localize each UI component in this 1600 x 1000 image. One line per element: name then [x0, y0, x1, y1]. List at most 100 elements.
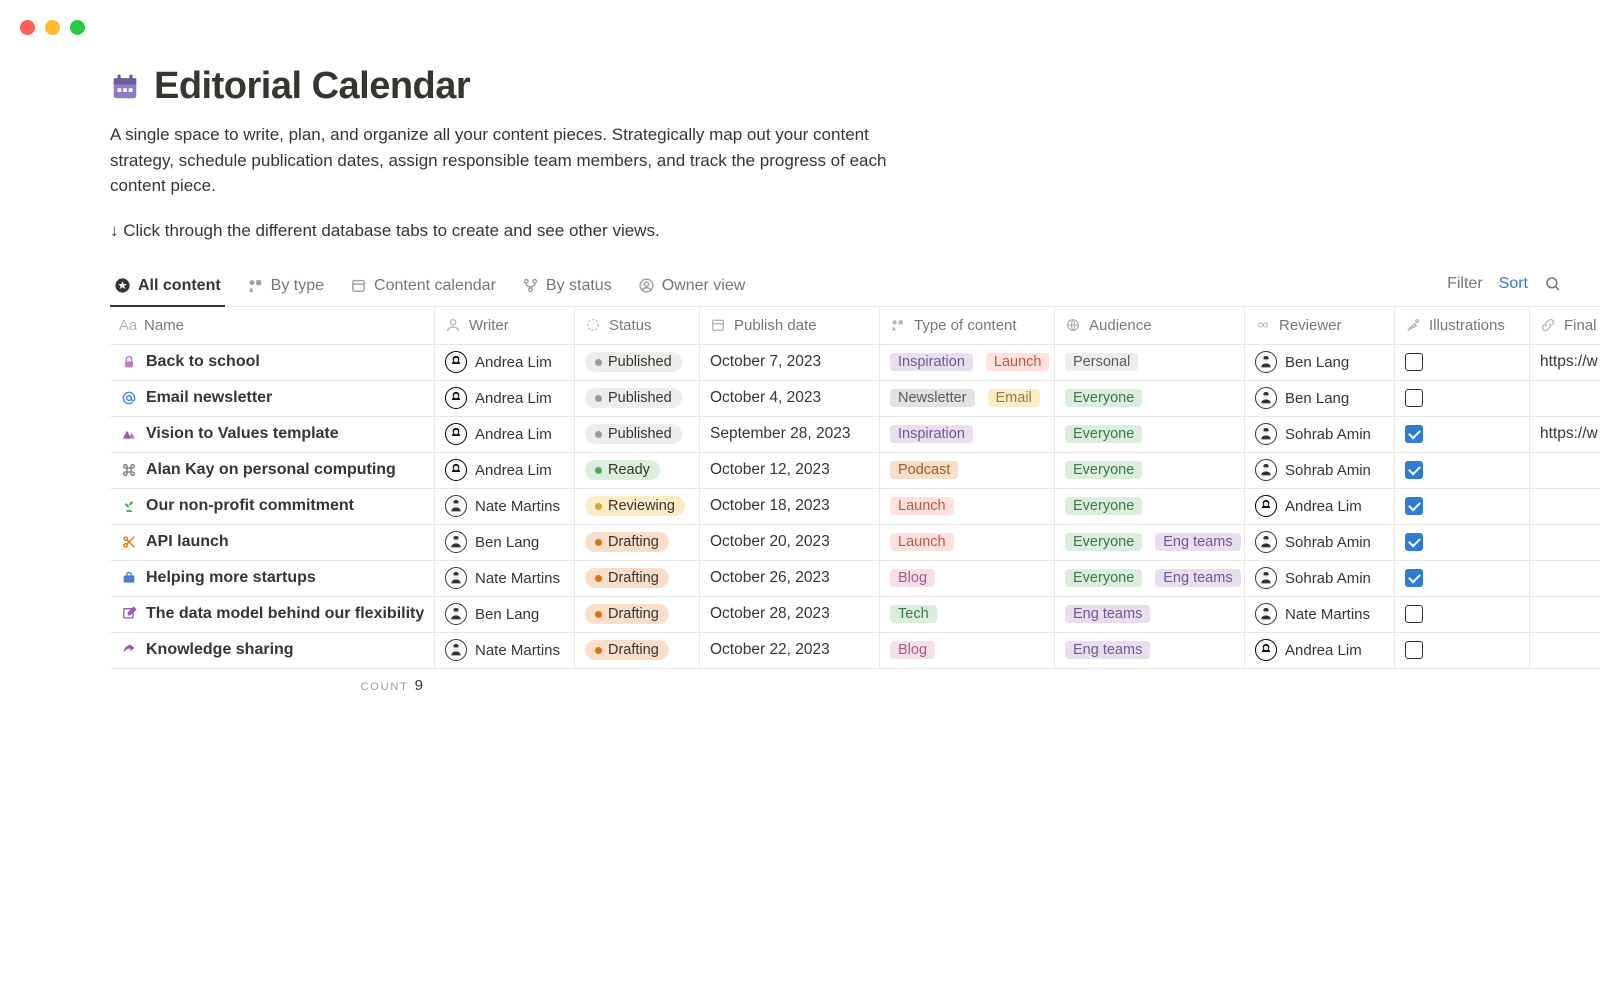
publish-date: October 28, 2023 — [710, 605, 830, 623]
audience-tag: Everyone — [1065, 569, 1142, 587]
maximize-dot[interactable] — [70, 20, 85, 35]
tab-owner-view[interactable]: Owner view — [634, 271, 750, 307]
illustrations-checkbox[interactable] — [1405, 389, 1423, 407]
writer: Nate Martins — [445, 639, 560, 661]
count-value: 9 — [415, 677, 423, 694]
avatar — [1255, 387, 1277, 409]
writer: Nate Martins — [445, 495, 560, 517]
illustrations-checkbox[interactable] — [1405, 533, 1423, 551]
status-pill: Published — [585, 352, 682, 372]
status-pill: Ready — [585, 460, 660, 480]
avatar — [445, 387, 467, 409]
tab-by-type[interactable]: By type — [243, 271, 328, 307]
writer: Nate Martins — [445, 567, 560, 589]
shapes-icon — [247, 277, 264, 294]
audience-tag: Eng teams — [1065, 605, 1150, 623]
reviewer: Andrea Lim — [1255, 639, 1362, 661]
table-row[interactable]: The data model behind our flexibilityBen… — [110, 597, 1600, 633]
type-tag: Launch — [890, 533, 954, 551]
page-description: A single space to write, plan, and organ… — [110, 122, 930, 199]
col-name[interactable]: AaName — [110, 307, 435, 344]
tab-content-calendar[interactable]: Content calendar — [346, 271, 500, 307]
scissors-icon — [120, 533, 138, 551]
col-publish-date[interactable]: Publish date — [700, 307, 880, 344]
type-tag: Inspiration — [890, 425, 973, 443]
table-row[interactable]: Vision to Values templateAndrea LimPubli… — [110, 417, 1600, 453]
illustrations-checkbox[interactable] — [1405, 461, 1423, 479]
type-tag: Email — [988, 389, 1040, 407]
filter-button[interactable]: Filter — [1447, 275, 1483, 293]
col-audience[interactable]: Audience — [1055, 307, 1245, 344]
branch-icon — [522, 277, 539, 294]
sort-button[interactable]: Sort — [1499, 275, 1528, 293]
illustrations-checkbox[interactable] — [1405, 605, 1423, 623]
writer: Andrea Lim — [445, 387, 552, 409]
audience-tag: Everyone — [1065, 497, 1142, 515]
search-button[interactable] — [1544, 275, 1562, 293]
reviewer: Andrea Lim — [1255, 495, 1362, 517]
illustrations-checkbox[interactable] — [1405, 353, 1423, 371]
traffic-lights — [20, 20, 85, 35]
audience-tag: Everyone — [1065, 533, 1142, 551]
publish-date: September 28, 2023 — [710, 425, 850, 443]
publish-date: October 7, 2023 — [710, 353, 821, 371]
minimize-dot[interactable] — [45, 20, 60, 35]
col-status[interactable]: Status — [575, 307, 700, 344]
table-row[interactable]: Back to school Andrea Lim Published October… — [110, 345, 1600, 381]
avatar — [445, 351, 467, 373]
status-pill: Drafting — [585, 640, 669, 660]
plant-icon — [120, 497, 138, 515]
row-name: Knowledge sharing — [146, 641, 294, 659]
lock-icon — [120, 353, 138, 371]
avatar — [445, 567, 467, 589]
table-row[interactable]: Knowledge sharing Nate Martins Drafting Oct… — [110, 633, 1600, 669]
avatar — [1255, 423, 1277, 445]
publish-date: October 12, 2023 — [710, 461, 830, 479]
tab-all-content[interactable]: All content — [110, 271, 225, 307]
table-row[interactable]: Helping more startupsNate MartinsDraftin… — [110, 561, 1600, 597]
status-pill: Published — [585, 388, 682, 408]
status-pill: Published — [585, 424, 682, 444]
audience-tag: Eng teams — [1155, 533, 1240, 551]
type-tag: Blog — [890, 641, 935, 659]
table-row[interactable]: API launchBen LangDraftingOctober 20, 20… — [110, 525, 1600, 561]
col-type[interactable]: Type of content — [880, 307, 1055, 344]
col-writer[interactable]: Writer — [435, 307, 575, 344]
type-tag: Tech — [890, 605, 937, 623]
illustrations-checkbox[interactable] — [1405, 641, 1423, 659]
table-row[interactable]: Email newsletterAndrea LimPublishedOctob… — [110, 381, 1600, 417]
avatar — [445, 495, 467, 517]
writer: Andrea Lim — [445, 423, 552, 445]
writer: Ben Lang — [445, 531, 539, 553]
avatar — [445, 423, 467, 445]
final-link[interactable]: https://w — [1540, 353, 1598, 371]
illustrations-checkbox[interactable] — [1405, 425, 1423, 443]
row-name: Back to school — [146, 353, 260, 371]
tab-by-status[interactable]: By status — [518, 271, 616, 307]
briefcase-icon — [120, 569, 138, 587]
writer: Andrea Lim — [445, 459, 552, 481]
reviewer: Sohrab Amin — [1255, 423, 1371, 445]
publish-date: October 20, 2023 — [710, 533, 830, 551]
audience-tag: Eng teams — [1065, 641, 1150, 659]
writer: Andrea Lim — [445, 351, 552, 373]
final-link[interactable]: https://w — [1540, 425, 1598, 443]
col-illustrations[interactable]: Illustrations — [1395, 307, 1530, 344]
avatar — [1255, 495, 1277, 517]
col-reviewer[interactable]: Reviewer — [1245, 307, 1395, 344]
illustrations-checkbox[interactable] — [1405, 497, 1423, 515]
mountain-icon — [120, 425, 138, 443]
illustrations-checkbox[interactable] — [1405, 569, 1423, 587]
table-row[interactable]: Our non-profit commitmentNate MartinsRev… — [110, 489, 1600, 525]
row-name: The data model behind our flexibility — [146, 605, 424, 623]
row-name: Helping more startups — [146, 569, 316, 587]
calendar-icon — [350, 277, 367, 294]
col-final[interactable]: Final — [1530, 307, 1600, 344]
star-circle-icon — [114, 277, 131, 294]
count-label: COUNT — [361, 681, 409, 693]
publish-date: October 22, 2023 — [710, 641, 830, 659]
reviewer: Ben Lang — [1255, 351, 1349, 373]
avatar — [1255, 603, 1277, 625]
close-dot[interactable] — [20, 20, 35, 35]
table-row[interactable]: Alan Kay on personal computingAndrea Lim… — [110, 453, 1600, 489]
